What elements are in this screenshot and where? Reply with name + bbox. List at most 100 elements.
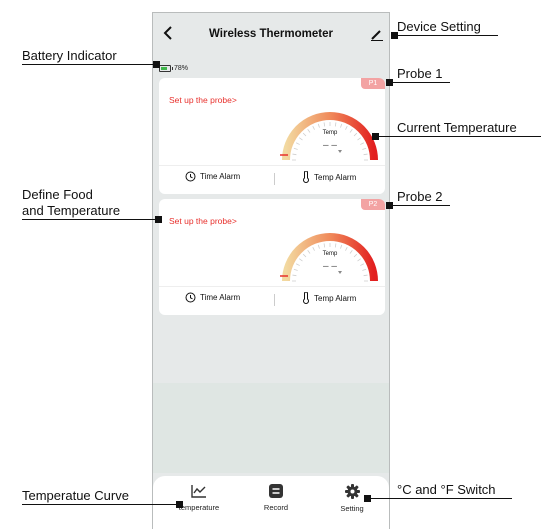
temperature-gauge: Temp – – (280, 233, 378, 282)
gauge-tick (353, 132, 358, 137)
battery-fill (161, 66, 168, 70)
gauge-tick (292, 153, 297, 156)
time-alarm-button[interactable]: Time Alarm (185, 171, 240, 182)
gauge-tick (345, 246, 348, 251)
alarm-separator (274, 294, 275, 306)
gauge-tick (363, 274, 368, 277)
callout-probe-2: Probe 2 (397, 189, 443, 204)
gauge-tick (360, 142, 365, 145)
gauge-tick (317, 123, 320, 128)
gauge-tick (292, 274, 297, 277)
phone-screen: Wireless Thermometer 78% P1 Set up the p… (152, 12, 390, 529)
gauge-tick (362, 147, 367, 150)
gauge-tick (307, 129, 311, 133)
callout-battery-indicator: Battery Indicator (22, 48, 117, 63)
callout-temperature-curve: Temperatue Curve (22, 488, 129, 503)
callout-line (22, 219, 158, 220)
alarm-row: Time Alarm Temp Alarm (159, 168, 385, 190)
gauge-tick (299, 137, 303, 141)
page-title: Wireless Thermometer (209, 28, 333, 40)
gauge-tick (340, 244, 343, 249)
gauge-tick (295, 263, 300, 266)
callout-probe-1: Probe 1 (397, 66, 443, 81)
temp-alarm-label: Temp Alarm (314, 172, 357, 182)
alarm-row: Time Alarm Temp Alarm (159, 289, 385, 311)
callout-current-temperature: Current Temperature (397, 120, 517, 135)
gauge-tick (302, 132, 307, 137)
clock-icon (185, 292, 196, 303)
callout-line (390, 82, 450, 83)
setup-probe-link[interactable]: Set up the probe> (169, 216, 237, 226)
callout-dot (155, 216, 162, 223)
temp-alarm-button[interactable]: Temp Alarm (302, 171, 356, 183)
gauge-tick (299, 258, 303, 262)
callout-line (22, 64, 156, 65)
temp-alarm-button[interactable]: Temp Alarm (302, 292, 356, 304)
temp-alarm-label: Temp Alarm (314, 293, 357, 303)
card-divider (159, 286, 385, 287)
alarm-separator (274, 173, 275, 185)
current-temp-value: – – (323, 261, 337, 272)
callout-dot (391, 32, 398, 39)
gauge-tick (353, 253, 358, 258)
gauge-tick (363, 153, 368, 156)
gauge-tick (349, 129, 353, 133)
callout-line (367, 498, 512, 499)
callout-device-setting: Device Setting (397, 19, 481, 34)
gear-icon (344, 484, 360, 499)
callout-dot (386, 79, 393, 86)
gauge-tick (357, 258, 361, 262)
callout-line (376, 136, 541, 137)
callout-define-food-line2: and Temperature (22, 203, 121, 218)
gauge-label: Temp (323, 251, 338, 257)
nav-setting-label: Setting (340, 504, 364, 513)
time-alarm-label: Time Alarm (200, 172, 241, 181)
callout-dot (364, 495, 371, 502)
battery-icon (159, 64, 173, 72)
callout-line (396, 35, 498, 36)
gauge-tick (312, 125, 315, 130)
gauge-tick (293, 147, 298, 150)
nav-record[interactable]: Record (246, 484, 306, 512)
gauge-tick (345, 125, 348, 130)
edit-pencil-icon[interactable] (369, 26, 385, 42)
card-divider (159, 165, 385, 166)
gauge-tick (362, 268, 367, 271)
current-temp-value: – – (323, 140, 337, 151)
bottom-nav: temperature Record Setting (153, 476, 389, 529)
time-alarm-button[interactable]: Time Alarm (185, 292, 240, 303)
gauge-tick (317, 244, 320, 249)
nav-record-label: Record (263, 503, 289, 512)
probe-tag: P1 (361, 78, 385, 89)
callout-dot (153, 61, 160, 68)
chart-line-icon (191, 485, 206, 498)
gauge-tick (307, 250, 311, 254)
gauge-tick (295, 142, 300, 145)
callout-dot (176, 501, 183, 508)
callout-dot (386, 202, 393, 209)
record-icon (269, 484, 283, 498)
callout-line (22, 504, 178, 505)
gauge-tick (340, 123, 343, 128)
gauge-tick (360, 263, 365, 266)
thermometer-icon (303, 292, 309, 304)
temperature-gauge: Temp – – (280, 112, 378, 161)
thermometer-icon (303, 171, 309, 183)
callout-unit-switch: °C and °F Switch (397, 482, 496, 497)
background-tint (153, 383, 389, 473)
callout-define-food-line1: Define Food (22, 187, 93, 202)
gauge-tick (334, 122, 337, 127)
gauge-tick (357, 137, 361, 141)
setup-probe-link[interactable]: Set up the probe> (169, 95, 237, 105)
gauge-tick (323, 122, 326, 127)
gauge-tick (323, 243, 326, 248)
battery-percent: 78% (174, 64, 189, 72)
gauge-tick (334, 243, 337, 248)
callout-line (390, 205, 450, 206)
probe-card-2[interactable]: P2 Set up the probe> Temp – – Time Alarm… (159, 199, 385, 315)
callout-dot (372, 133, 379, 140)
probe-card-1[interactable]: P1 Set up the probe> Temp – – Time Alarm… (159, 78, 385, 194)
top-bar: Wireless Thermometer (153, 13, 389, 55)
battery-indicator: 78% (159, 62, 188, 74)
probe-tag: P2 (361, 199, 385, 210)
